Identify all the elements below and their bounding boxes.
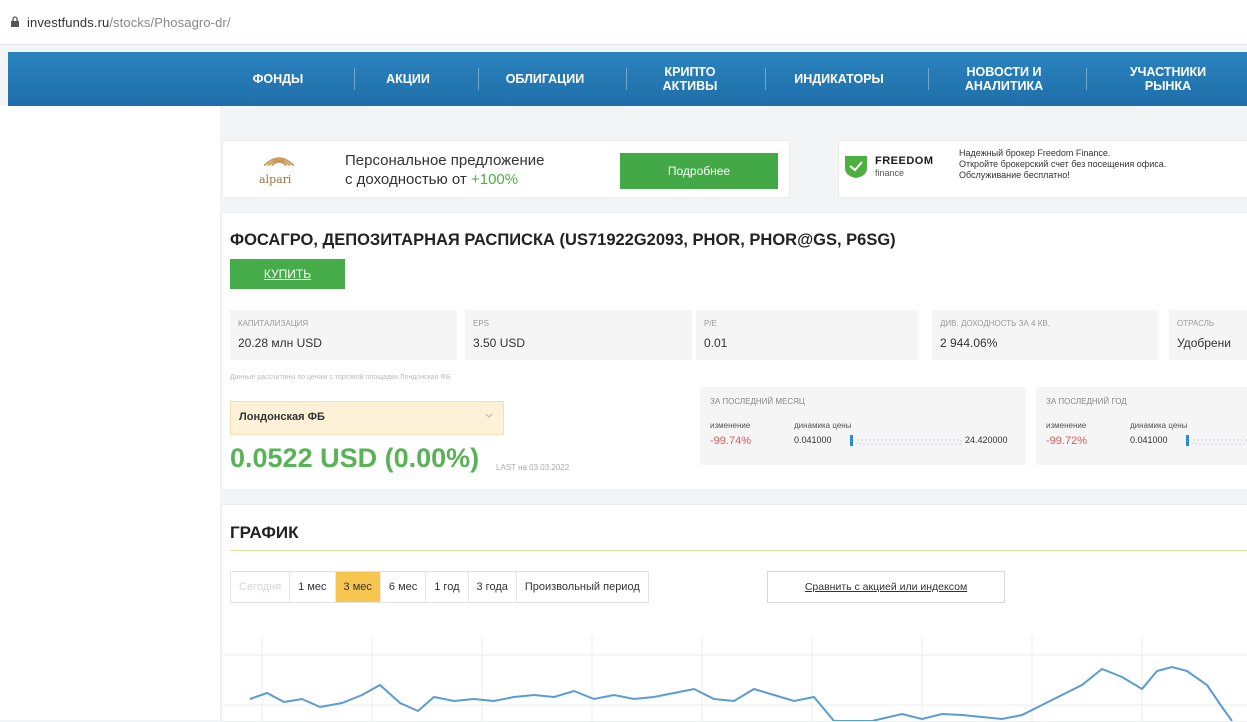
stock-card: ФОСАГРО, ДЕПОЗИТАРНАЯ РАСПИСКА (US71922G… <box>221 212 1247 490</box>
metric-capitalization: Капитализация 20.28 млн USD <box>230 310 457 360</box>
metric-industry: Отрасль Удобрени <box>1169 310 1247 360</box>
month-range-bar <box>850 435 962 446</box>
period-tabs: Сегодня 1 мес 3 мес 6 мес 1 год 3 года П… <box>230 571 649 603</box>
stock-title: ФОСАГРО, ДЕПОЗИТАРНАЯ РАСПИСКА (US71922G… <box>230 231 896 249</box>
price-chart <box>222 635 1247 721</box>
alpari-promo-text: Персональное предложение с доходностью о… <box>345 152 545 188</box>
nav-divider <box>478 68 479 90</box>
exchange-select[interactable]: Лондонская ФБ <box>230 401 504 435</box>
tab-today[interactable]: Сегодня <box>231 572 291 602</box>
nav-news[interactable]: НОВОСТИ И АНАЛИТИКА <box>944 52 1064 106</box>
freedom-brand: FREEDOM <box>875 155 934 167</box>
perf-month: За последний месяц изменение динамика це… <box>700 387 1026 465</box>
nav-divider <box>1086 68 1087 90</box>
tab-1m[interactable]: 1 мес <box>290 572 336 602</box>
tab-custom-period[interactable]: Произвольный период <box>517 572 648 602</box>
year-range-bar <box>1186 435 1247 446</box>
chart-title: ГРАФИК <box>230 523 299 542</box>
alpari-logo-icon <box>263 157 295 167</box>
nav-crypto[interactable]: КРИПТО АКТИВЫ <box>630 52 750 106</box>
nav-bonds[interactable]: ОБЛИГАЦИИ <box>480 52 610 106</box>
main-nav: ФОНДЫ АКЦИИ ОБЛИГАЦИИ КРИПТО АКТИВЫ ИНДИ… <box>8 52 1247 106</box>
nav-funds[interactable]: ФОНДЫ <box>218 52 338 106</box>
nav-divider <box>626 68 627 90</box>
lock-icon <box>11 16 19 27</box>
nav-divider <box>928 68 929 90</box>
title-underline <box>230 550 1247 551</box>
alpari-banner[interactable]: alpari Персональное предложение с доходн… <box>222 140 790 198</box>
alpari-brand: alpari <box>259 173 292 186</box>
more-button[interactable]: Подробнее <box>620 153 778 189</box>
metric-eps: EPS 3.50 USD <box>465 310 692 360</box>
tab-3m[interactable]: 3 мес <box>335 572 381 602</box>
tab-1y[interactable]: 1 год <box>426 572 469 602</box>
chevron-down-icon <box>485 413 493 418</box>
price-line <box>249 665 1233 721</box>
left-margin <box>0 106 220 720</box>
freedom-banner[interactable]: FREEDOM finance Надежный брокер Freedom … <box>838 140 1247 198</box>
freedom-logo-icon <box>845 156 867 178</box>
tab-3y[interactable]: 3 года <box>469 572 517 602</box>
nav-divider <box>765 68 766 90</box>
tab-6m[interactable]: 6 мес <box>381 572 427 602</box>
month-change: -99.74% <box>710 435 751 447</box>
year-change: -99.72% <box>1046 435 1087 447</box>
url-text: investfunds.ru/stocks/Phosagro-dr/ <box>27 15 231 30</box>
freedom-brand-sub: finance <box>875 168 905 178</box>
chart-card: ГРАФИК Сегодня 1 мес 3 мес 6 мес 1 год 3… <box>221 504 1247 722</box>
last-date: LAST на 03.03.2022 <box>496 463 570 472</box>
nav-indicators[interactable]: ИНДИКАТОРЫ <box>774 52 904 106</box>
nav-participants[interactable]: УЧАСТНИКИ РЫНКА <box>1108 52 1228 106</box>
stock-price: 0.0522 USD (0.00%) <box>230 443 480 473</box>
buy-button[interactable]: КУПИТЬ <box>230 259 345 289</box>
compare-button[interactable]: Сравнить с акцией или индексом <box>767 571 1005 603</box>
perf-year: За последний год изменение динамика цены… <box>1036 387 1247 465</box>
address-bar[interactable]: investfunds.ru/stocks/Phosagro-dr/ <box>0 0 1247 45</box>
nav-stocks[interactable]: АКЦИИ <box>353 52 463 106</box>
freedom-ad-text: Надежный брокер Freedom Finance. Откройт… <box>959 148 1167 180</box>
data-note: Данные рассчитаны по ценам с торговой пл… <box>230 374 451 381</box>
metric-dividend-yield: Див. доходность за 4 кв. 2 944.06% <box>932 310 1158 360</box>
metric-pe: P/E 0.01 <box>696 310 918 360</box>
